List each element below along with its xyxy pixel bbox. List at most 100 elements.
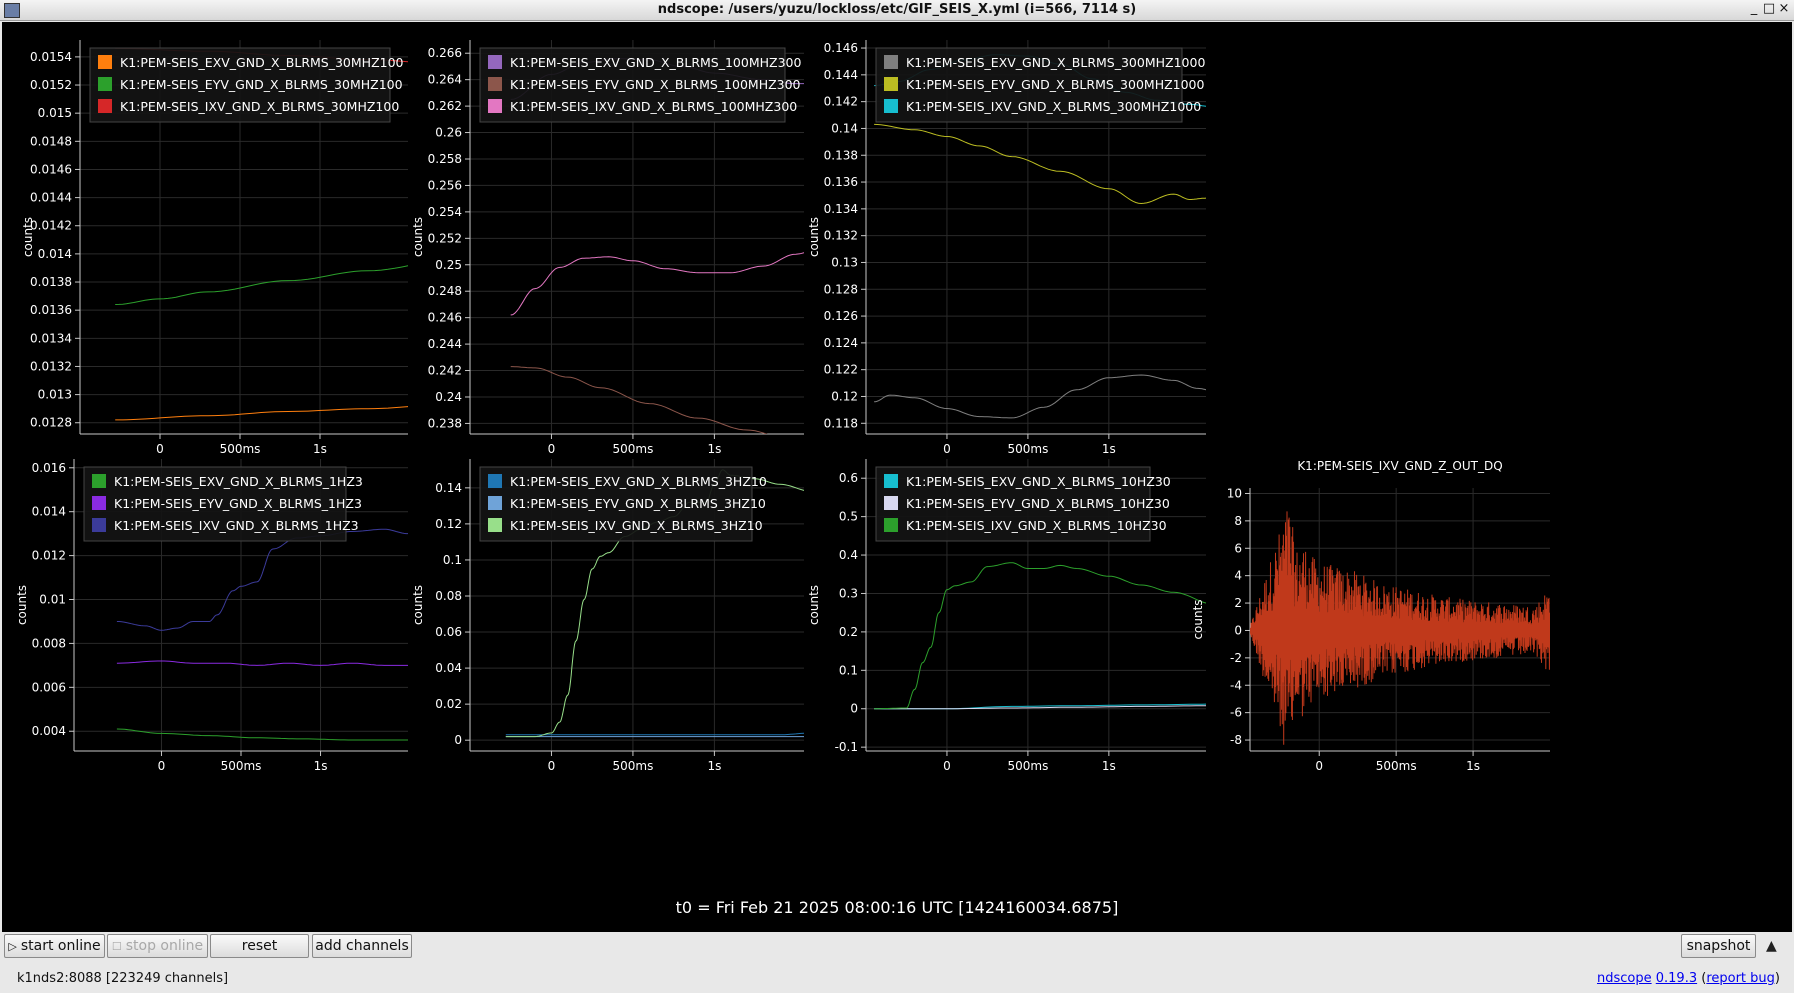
version-link[interactable]: 0.19.3 [1656, 971, 1697, 986]
plot2-ytick-label: 0.246 [428, 311, 462, 325]
plot2-ytick-label: 0.256 [428, 178, 462, 192]
plot6-ytick-label: 0.1 [839, 663, 858, 677]
plot-grid[interactable]: 0 500ms 1s 0.0154 0.0152 0.015 0.0148 0.0146 0.0… [2, 22, 1792, 932]
plot7-ytick-label: 6 [1234, 541, 1242, 555]
plot1-ylabel: counts [21, 217, 35, 257]
plot5-ytick-label: 0 [454, 733, 462, 747]
plot-area[interactable]: 0 500ms 1s 0.0154 0.0152 0.015 0.0148 0.0146 0.0… [2, 22, 1792, 932]
minimize-button[interactable]: _ [1747, 1, 1761, 16]
plot2-ytick-label: 0.254 [428, 205, 462, 219]
plot4-legend-swatch [92, 518, 106, 532]
plot1-ytick-label: 0.0146 [30, 162, 72, 176]
reset-button[interactable]: reset [210, 934, 309, 958]
plot3-ytick-label: 0.128 [824, 282, 858, 296]
plot1-legend-swatch [98, 99, 112, 113]
plot4-ytick-label: 0.016 [32, 461, 66, 475]
t0-label: t0 = Fri Feb 21 2025 08:00:16 UTC [14241… [675, 898, 1119, 917]
plot1-ytick-label: 0.0142 [30, 219, 72, 233]
add-channels-button[interactable]: add channels [312, 934, 412, 958]
plot3-ylabel: counts [807, 217, 821, 257]
plot6-ytick-label: -0.1 [835, 740, 858, 754]
plot6-legend-swatch [884, 496, 898, 510]
plot1-ytick-label: 0.0134 [30, 331, 72, 345]
plot4-series-line [116, 728, 408, 741]
start-online-button[interactable]: ▷ start online [4, 934, 105, 958]
plot3-ytick-label: 0.134 [824, 202, 858, 216]
plot3-xtick-label: 500ms [1007, 442, 1048, 456]
plot1-ytick-label: 0.0128 [30, 416, 72, 430]
plot2-ytick-label: 0.244 [428, 337, 462, 351]
plot5-legend-swatch [488, 518, 502, 532]
plot2-legend-swatch [488, 99, 502, 113]
plot2-ylabel: counts [411, 217, 425, 257]
plot1-ytick-label: 0.0148 [30, 134, 72, 148]
window-titlebar: ndscope: /users/yuzu/lockloss/etc/GIF_SE… [0, 0, 1794, 21]
plot4-ytick-label: 0.01 [39, 593, 66, 607]
plot3-legend-entry: K1:PEM-SEIS_EXV_GND_X_BLRMS_300MHZ1000 [906, 55, 1205, 70]
server-status: k1nds2:8088 [223249 channels] [17, 971, 229, 986]
plot5-ytick-label: 0.06 [435, 625, 462, 639]
plot2-ytick-label: 0.262 [428, 99, 462, 113]
plot6-ylabel: counts [807, 585, 821, 625]
plot1-ytick-label: 0.0132 [30, 359, 72, 373]
plot3-xtick-label: 1s [1102, 442, 1116, 456]
plot2-xtick-label: 0 [548, 442, 556, 456]
plot2-ytick-label: 0.252 [428, 231, 462, 245]
plot1-ytick-label: 0.0154 [30, 50, 72, 64]
plot5-ylabel: counts [411, 585, 425, 625]
plot1-legend-swatch [98, 55, 112, 69]
plot1-xtick-label: 1s [313, 442, 327, 456]
plot7-ytick-label: -6 [1230, 706, 1242, 720]
close-button[interactable]: × [1777, 1, 1791, 16]
plot6-xtick-label: 0 [943, 759, 951, 773]
plot3-legend-entry: K1:PEM-SEIS_IXV_GND_X_BLRMS_300MHZ1000 [906, 99, 1201, 114]
plot2-ytick-label: 0.25 [435, 258, 462, 272]
plot4-xtick-label: 0 [158, 759, 166, 773]
report-bug-link[interactable]: report bug [1706, 971, 1775, 986]
plot6-xtick-label: 500ms [1007, 759, 1048, 773]
plot2-series-line [510, 366, 768, 434]
plot1-ytick-label: 0.0136 [30, 303, 72, 317]
plot6-ytick-label: 0.5 [839, 510, 858, 524]
plot5-xtick-label: 0 [548, 759, 556, 773]
plot4-ytick-label: 0.004 [32, 724, 66, 738]
plot3-ytick-label: 0.12 [831, 389, 858, 403]
plot7-title: K1:PEM-SEIS_IXV_GND_Z_OUT_DQ [1297, 459, 1502, 473]
plot2-ytick-label: 0.264 [428, 73, 462, 87]
plot3-series-line [874, 123, 1206, 205]
plot7-ylabel: counts [1191, 599, 1205, 639]
plot6-ytick-label: 0.3 [839, 586, 858, 600]
plot3-ytick-label: 0.142 [824, 95, 858, 109]
maximize-button[interactable]: □ [1762, 1, 1776, 16]
plot6-legend-entry: K1:PEM-SEIS_EYV_GND_X_BLRMS_10HZ30 [906, 496, 1170, 511]
plot3-ytick-label: 0.124 [824, 336, 858, 350]
snapshot-button[interactable]: snapshot [1681, 934, 1756, 958]
plot7-ytick-label: 2 [1234, 596, 1242, 610]
plot1-series-line [115, 265, 408, 305]
plot6-ytick-label: 0.4 [839, 548, 858, 562]
plot7-ytick-label: 0 [1234, 623, 1242, 637]
plot6-series-line [874, 562, 1206, 710]
plot4-series-line [116, 660, 408, 666]
plot1-ytick-label: 0.015 [38, 106, 72, 120]
play-icon: ▷ [8, 940, 17, 953]
plot4-legend-swatch [92, 496, 106, 510]
plot2-series-line [510, 252, 804, 316]
plot1-ytick-label: 0.0138 [30, 275, 72, 289]
plot3-legend-entry: K1:PEM-SEIS_EYV_GND_X_BLRMS_300MHZ1000 [906, 77, 1205, 92]
plot1-ytick-label: 0.0152 [30, 78, 72, 92]
plot5-legend-entry: K1:PEM-SEIS_EYV_GND_X_BLRMS_3HZ10 [510, 496, 766, 511]
plot6-xtick-label: 1s [1102, 759, 1116, 773]
ndscope-link[interactable]: ndscope [1597, 971, 1652, 986]
collapse-arrow-icon[interactable]: ▲ [1766, 938, 1777, 954]
plot3-legend-swatch [884, 77, 898, 91]
plot3-ytick-label: 0.126 [824, 309, 858, 323]
plot1-series-line [115, 406, 408, 421]
plot2-ytick-label: 0.238 [428, 416, 462, 430]
plot1-legend-entry: K1:PEM-SEIS_EXV_GND_X_BLRMS_30MHZ100 [120, 55, 404, 70]
plot7-ytick-label: -8 [1230, 733, 1242, 747]
report-close-paren: ) [1774, 971, 1780, 986]
plot1-ytick-label: 0.013 [38, 388, 72, 402]
plot2-ytick-label: 0.266 [428, 46, 462, 60]
plot4-xtick-label: 1s [314, 759, 328, 773]
